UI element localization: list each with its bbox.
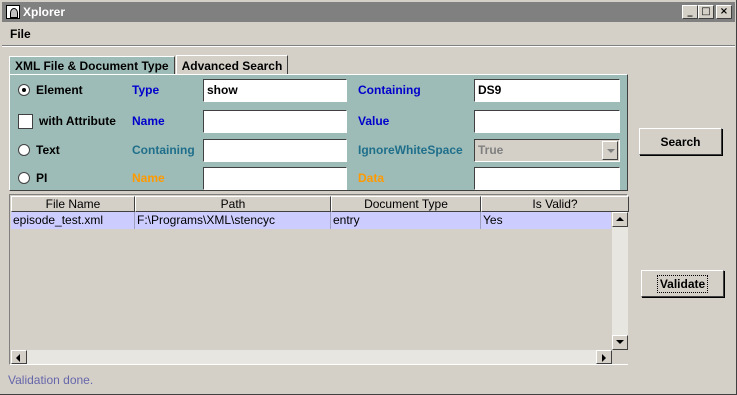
ignore-whitespace-label: IgnoreWhiteSpace xyxy=(358,143,463,157)
ignore-whitespace-select[interactable]: True xyxy=(474,139,620,162)
text-radio[interactable] xyxy=(18,144,30,156)
status-message: Validation done. xyxy=(8,373,94,387)
text-containing-input[interactable] xyxy=(203,139,347,162)
maximize-icon[interactable]: □ xyxy=(698,5,714,19)
pi-data-input[interactable] xyxy=(474,167,620,190)
results-table: File Name Path Document Type Is Valid? e… xyxy=(9,194,629,365)
element-row: Element Type show Containing DS9 xyxy=(10,77,627,103)
column-header-is-valid[interactable]: Is Valid? xyxy=(481,196,629,212)
element-containing-label: Containing xyxy=(358,83,421,97)
close-icon[interactable]: × xyxy=(716,5,732,19)
pi-name-input[interactable] xyxy=(203,167,347,190)
menu-file[interactable]: File xyxy=(2,27,39,41)
attribute-name-input[interactable] xyxy=(203,110,347,133)
window-title: Xplorer xyxy=(23,5,66,19)
advanced-search-panel: Element Type show Containing DS9 with At… xyxy=(9,74,628,191)
cell-is-valid: Yes xyxy=(483,213,503,227)
horizontal-scrollbar[interactable] xyxy=(11,350,612,364)
table-header: File Name Path Document Type Is Valid? xyxy=(11,196,629,212)
title-bar[interactable]: Xplorer _ □ × xyxy=(2,2,735,22)
cell-document-type: entry xyxy=(331,212,481,229)
text-radio-option[interactable]: Text xyxy=(18,141,60,159)
pi-radio-label: PI xyxy=(36,171,48,185)
search-button[interactable]: Search xyxy=(639,128,722,155)
attribute-row: with Attribute Name Value xyxy=(10,108,627,134)
scroll-up-icon[interactable] xyxy=(612,212,628,227)
xplorer-window: Xplorer _ □ × File XML File & Document T… xyxy=(0,0,737,395)
tab-xml-file-document-type[interactable]: XML File & Document Type xyxy=(9,56,175,75)
tab-advanced-search[interactable]: Advanced Search xyxy=(175,55,289,75)
scroll-left-icon[interactable] xyxy=(11,350,27,364)
text-containing-label: Containing xyxy=(132,143,195,157)
attribute-value-input[interactable] xyxy=(474,110,620,133)
type-input[interactable]: show xyxy=(203,79,347,102)
text-row: Text Containing IgnoreWhiteSpace True xyxy=(10,137,627,163)
table-body: episode_test.xml F:\Programs\XML\stencyc… xyxy=(11,212,611,350)
cell-path: F:\Programs\XML\stencyc xyxy=(135,212,331,229)
table-row[interactable]: episode_test.xml F:\Programs\XML\stencyc… xyxy=(11,212,611,229)
element-radio-label: Element xyxy=(36,83,83,97)
element-radio-option[interactable]: Element xyxy=(18,81,83,99)
menu-bar: File xyxy=(2,24,735,44)
scroll-down-icon[interactable] xyxy=(612,335,628,350)
attribute-name-label: Name xyxy=(132,114,165,128)
pi-radio[interactable] xyxy=(18,172,30,184)
vertical-scrollbar[interactable] xyxy=(612,212,628,350)
validate-button[interactable]: Validate xyxy=(641,270,724,297)
type-label: Type xyxy=(132,83,160,97)
java-app-icon xyxy=(6,5,20,19)
chevron-down-icon[interactable] xyxy=(602,141,618,160)
column-header-document-type[interactable]: Document Type xyxy=(331,196,481,212)
ignore-whitespace-value: True xyxy=(478,143,504,157)
element-radio[interactable] xyxy=(18,84,30,96)
column-header-file-name[interactable]: File Name xyxy=(11,196,135,212)
minimize-icon[interactable]: _ xyxy=(682,5,698,19)
scroll-right-icon[interactable] xyxy=(596,350,612,364)
column-header-path[interactable]: Path xyxy=(135,196,331,212)
pi-row: PI Name Data xyxy=(10,165,627,191)
cell-file-name: episode_test.xml xyxy=(11,212,135,229)
attribute-checkbox-option[interactable]: with Attribute xyxy=(18,112,116,130)
pi-name-label: Name xyxy=(132,171,165,185)
menu-divider xyxy=(2,45,735,47)
window-controls: _ □ × xyxy=(682,5,732,19)
search-button-label: Search xyxy=(660,134,701,149)
pi-radio-option[interactable]: PI xyxy=(18,169,47,187)
with-attribute-label: with Attribute xyxy=(39,114,116,128)
element-containing-input[interactable]: DS9 xyxy=(474,79,620,102)
attribute-value-label: Value xyxy=(358,114,390,128)
with-attribute-checkbox[interactable] xyxy=(18,113,33,129)
pi-data-label: Data xyxy=(358,171,385,185)
validate-button-label: Validate xyxy=(656,274,709,293)
scrollbar-corner xyxy=(612,350,628,364)
tab-strip: XML File & Document Type Advanced Search xyxy=(9,55,289,75)
text-radio-label: Text xyxy=(36,143,60,157)
